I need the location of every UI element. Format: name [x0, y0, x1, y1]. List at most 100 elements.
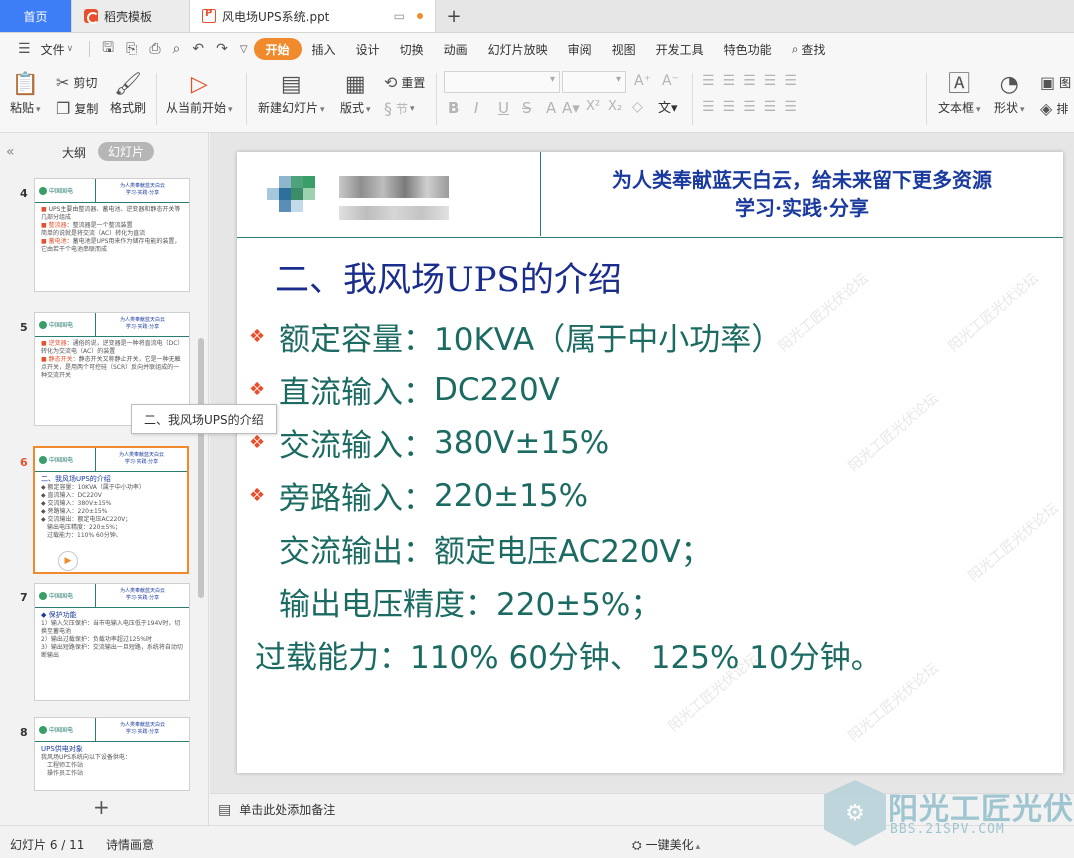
search-button[interactable]: ⌕ 查找 — [782, 38, 836, 60]
save-icon[interactable]: 🖫 — [96, 37, 120, 61]
slide-title[interactable]: 二、我风场UPS的介绍 — [275, 252, 622, 301]
shape-button[interactable]: ◔ 形状 ▾ — [994, 71, 1025, 116]
phonetic-icon[interactable]: 文▾ — [658, 97, 678, 116]
clear-format-icon[interactable]: ◇ — [632, 99, 643, 115]
tab-outline[interactable]: 大纲 — [62, 144, 86, 161]
play-from-current-button[interactable]: ▷ 从当前开始 ▾ — [166, 71, 233, 116]
thumbnail-scrollbar[interactable] — [198, 338, 204, 598]
forum-watermark: 阳光工匠光伏论坛 — [775, 270, 872, 355]
slide-thumbnail-panel: « 大纲 幻灯片 4 中国国电 为人类奉献蓝天白云 学习·实践·分享 ■ UPS主要… — [0, 133, 209, 825]
notes-placeholder[interactable]: 单击此处添加备注 — [239, 801, 335, 818]
textbox-button[interactable]: 🄰 文本框 ▾ — [938, 71, 981, 116]
copy-button[interactable]: ❐ 复制 — [56, 99, 98, 118]
menu-insert[interactable]: 插入 — [302, 38, 346, 60]
brush-icon: 🖌 — [114, 72, 142, 97]
window-icon[interactable]: ▭ — [394, 9, 405, 23]
font-size-combo[interactable] — [562, 71, 626, 93]
wps-presentation-window: 首页 稻壳模板 风电场UPS系统.ppt ▭ + ☰ 文件∨ 🖫 ⎘ ⎙ ⌕ ↶… — [0, 0, 1074, 858]
subscript-icon[interactable]: X₂ — [608, 99, 622, 114]
slogan-line-1: 为人类奉献蓝天白云，给未来留下更多资源 — [612, 168, 992, 192]
shadow-icon[interactable]: A — [546, 99, 556, 117]
superscript-icon[interactable]: X² — [586, 99, 600, 114]
bullet-ac-output[interactable]: 交流输出： 额定电压AC220V； — [249, 526, 712, 571]
menu-home[interactable]: 开始 — [253, 38, 302, 60]
menu-transition[interactable]: 切换 — [390, 38, 434, 60]
reset-button[interactable]: ⟲ 重置 — [384, 73, 425, 92]
slide-number: 7 — [20, 591, 28, 604]
layout-button[interactable]: ▦ 版式 ▾ — [340, 71, 371, 116]
add-slide-button[interactable]: + — [93, 795, 110, 819]
hamburger-icon[interactable]: ☰ — [12, 41, 37, 57]
forum-url: BBS.21SPV.COM — [890, 822, 1005, 837]
tab-home[interactable]: 首页 — [0, 0, 72, 32]
tab-template-label: 稻壳模板 — [104, 9, 153, 24]
slide-thumbnail-7[interactable]: 中国国电 为人类奉献蓝天白云 学习·实践·分享 ◆ 保护功能 1）输入欠压保护：当市电… — [34, 583, 190, 701]
section-button[interactable]: § 节 ▾ — [384, 99, 415, 118]
italic-icon[interactable]: I — [474, 99, 478, 117]
menu-view[interactable]: 视图 — [602, 38, 646, 60]
slide-counter: 幻灯片 6 / 11 — [10, 838, 85, 852]
forum-watermark-logo: ⚙ 阳光工匠光伏论坛 BBS.21SPV.COM — [824, 780, 1074, 850]
bullet-overload-capacity[interactable]: 过载能力： 110% 60分钟、 125% 10分钟。 — [255, 632, 882, 677]
customize-dropdown-icon[interactable]: ▽ — [234, 44, 254, 55]
list-format-icons[interactable]: ☰☰☰☰☰ — [702, 73, 805, 89]
tab-template[interactable]: 稻壳模板 — [72, 0, 190, 32]
bullet-dc-input[interactable]: ❖ 直流输入： DC220V — [249, 367, 560, 412]
strikethrough-icon[interactable]: S — [522, 99, 532, 117]
tab-slides[interactable]: 幻灯片 — [98, 142, 155, 161]
cut-button[interactable]: ✂ 剪切 — [56, 73, 97, 92]
format-painter-button[interactable]: 🖌 格式刷 — [110, 71, 146, 116]
arrange-icon: ◈ — [1040, 99, 1053, 118]
slide-title-tooltip: 二、我风场UPS的介绍 — [131, 404, 277, 434]
bullet-ac-input[interactable]: ❖ 交流输入： 380V±15% — [249, 420, 609, 465]
beautify-icon: ⛭ — [632, 838, 642, 852]
menu-file[interactable]: 文件 ∨ — [37, 38, 84, 60]
text-color-icon[interactable]: A▾ — [562, 99, 580, 117]
theme-name[interactable]: 诗情画意 — [106, 836, 154, 853]
menu-animation[interactable]: 动画 — [434, 38, 478, 60]
bullet-rated-capacity[interactable]: ❖ 额定容量： 10KVA（属于中小功率） — [249, 314, 782, 359]
diamond-bullet-icon: ❖ — [249, 379, 266, 400]
menu-design[interactable]: 设计 — [346, 38, 390, 60]
menu-special[interactable]: 特色功能 — [714, 38, 782, 60]
slide-thumbnail-4[interactable]: 中国国电 为人类奉献蓝天白云 学习·实践·分享 ■ UPS主要由整流器、蓄电池、逆变… — [34, 178, 190, 292]
menu-slideshow[interactable]: 幻灯片放映 — [478, 38, 558, 60]
print-preview-icon[interactable]: ⌕ — [167, 41, 187, 57]
bold-icon[interactable]: B — [448, 99, 459, 117]
bullet-voltage-precision[interactable]: 输出电压精度： 220±5%； — [249, 579, 661, 624]
new-slide-button[interactable]: ▤ 新建幻灯片 ▾ — [258, 71, 325, 116]
print-icon[interactable]: ⎙ — [143, 41, 166, 57]
arrange-button[interactable]: ◈ 排 — [1040, 99, 1068, 118]
unsaved-dot-icon[interactable] — [417, 13, 423, 19]
current-slide[interactable]: 为人类奉献蓝天白云，给未来留下更多资源 学习·实践·分享 二、我风场UPS的介绍… — [237, 152, 1063, 773]
undo-icon[interactable]: ↶ — [186, 41, 210, 57]
shrink-font-icon[interactable]: A⁻ — [662, 73, 679, 89]
export-icon[interactable]: ⎘ — [120, 41, 143, 57]
bullet-bypass-input[interactable]: ❖ 旁路输入： 220±15% — [249, 473, 588, 518]
shapes-icon: ◔ — [999, 72, 1019, 97]
play-slide-icon[interactable]: ▶ — [58, 551, 78, 571]
picture-button[interactable]: ▣ 图 — [1040, 73, 1071, 92]
collapse-panel-icon[interactable]: « — [6, 144, 15, 160]
add-tab-button[interactable]: + — [436, 0, 472, 32]
slide-editor-canvas[interactable]: 为人类奉献蓝天白云，给未来留下更多资源 学习·实践·分享 二、我风场UPS的介绍… — [210, 133, 1074, 793]
diamond-bullet-icon: ❖ — [249, 326, 266, 347]
beautify-button[interactable]: ⛭ 一键美化 ▴ — [632, 836, 700, 853]
ppt-file-icon — [202, 8, 216, 23]
slide-thumbnail-8[interactable]: 中国国电 为人类奉献蓝天白云 学习·实践·分享 UPS供电对象 我风场UPS系统向以下… — [34, 717, 190, 791]
tab-document[interactable]: 风电场UPS系统.ppt ▭ — [190, 0, 436, 32]
layout-icon: ▦ — [344, 72, 366, 97]
redo-icon[interactable]: ↷ — [210, 41, 234, 57]
menu-developer[interactable]: 开发工具 — [646, 38, 714, 60]
play-circle-icon: ▷ — [190, 72, 208, 97]
alignment-icons[interactable]: ☰☰☰☰☰ — [702, 99, 805, 115]
font-name-combo[interactable] — [444, 71, 560, 93]
paste-button[interactable]: 📋 粘贴 ▾ — [10, 71, 41, 116]
company-logo-blurred — [259, 162, 539, 232]
underline-icon[interactable]: U — [498, 99, 509, 117]
scissors-icon: ✂ — [56, 73, 70, 92]
textbox-icon: 🄰 — [948, 72, 971, 97]
grow-font-icon[interactable]: A⁺ — [634, 73, 651, 89]
slide-thumbnail-6-selected[interactable]: 中国国电 为人类奉献蓝天白云 学习·实践·分享 二、我风场UPS的介绍 ◆ 额定容量：… — [33, 446, 189, 574]
menu-review[interactable]: 审阅 — [558, 38, 602, 60]
